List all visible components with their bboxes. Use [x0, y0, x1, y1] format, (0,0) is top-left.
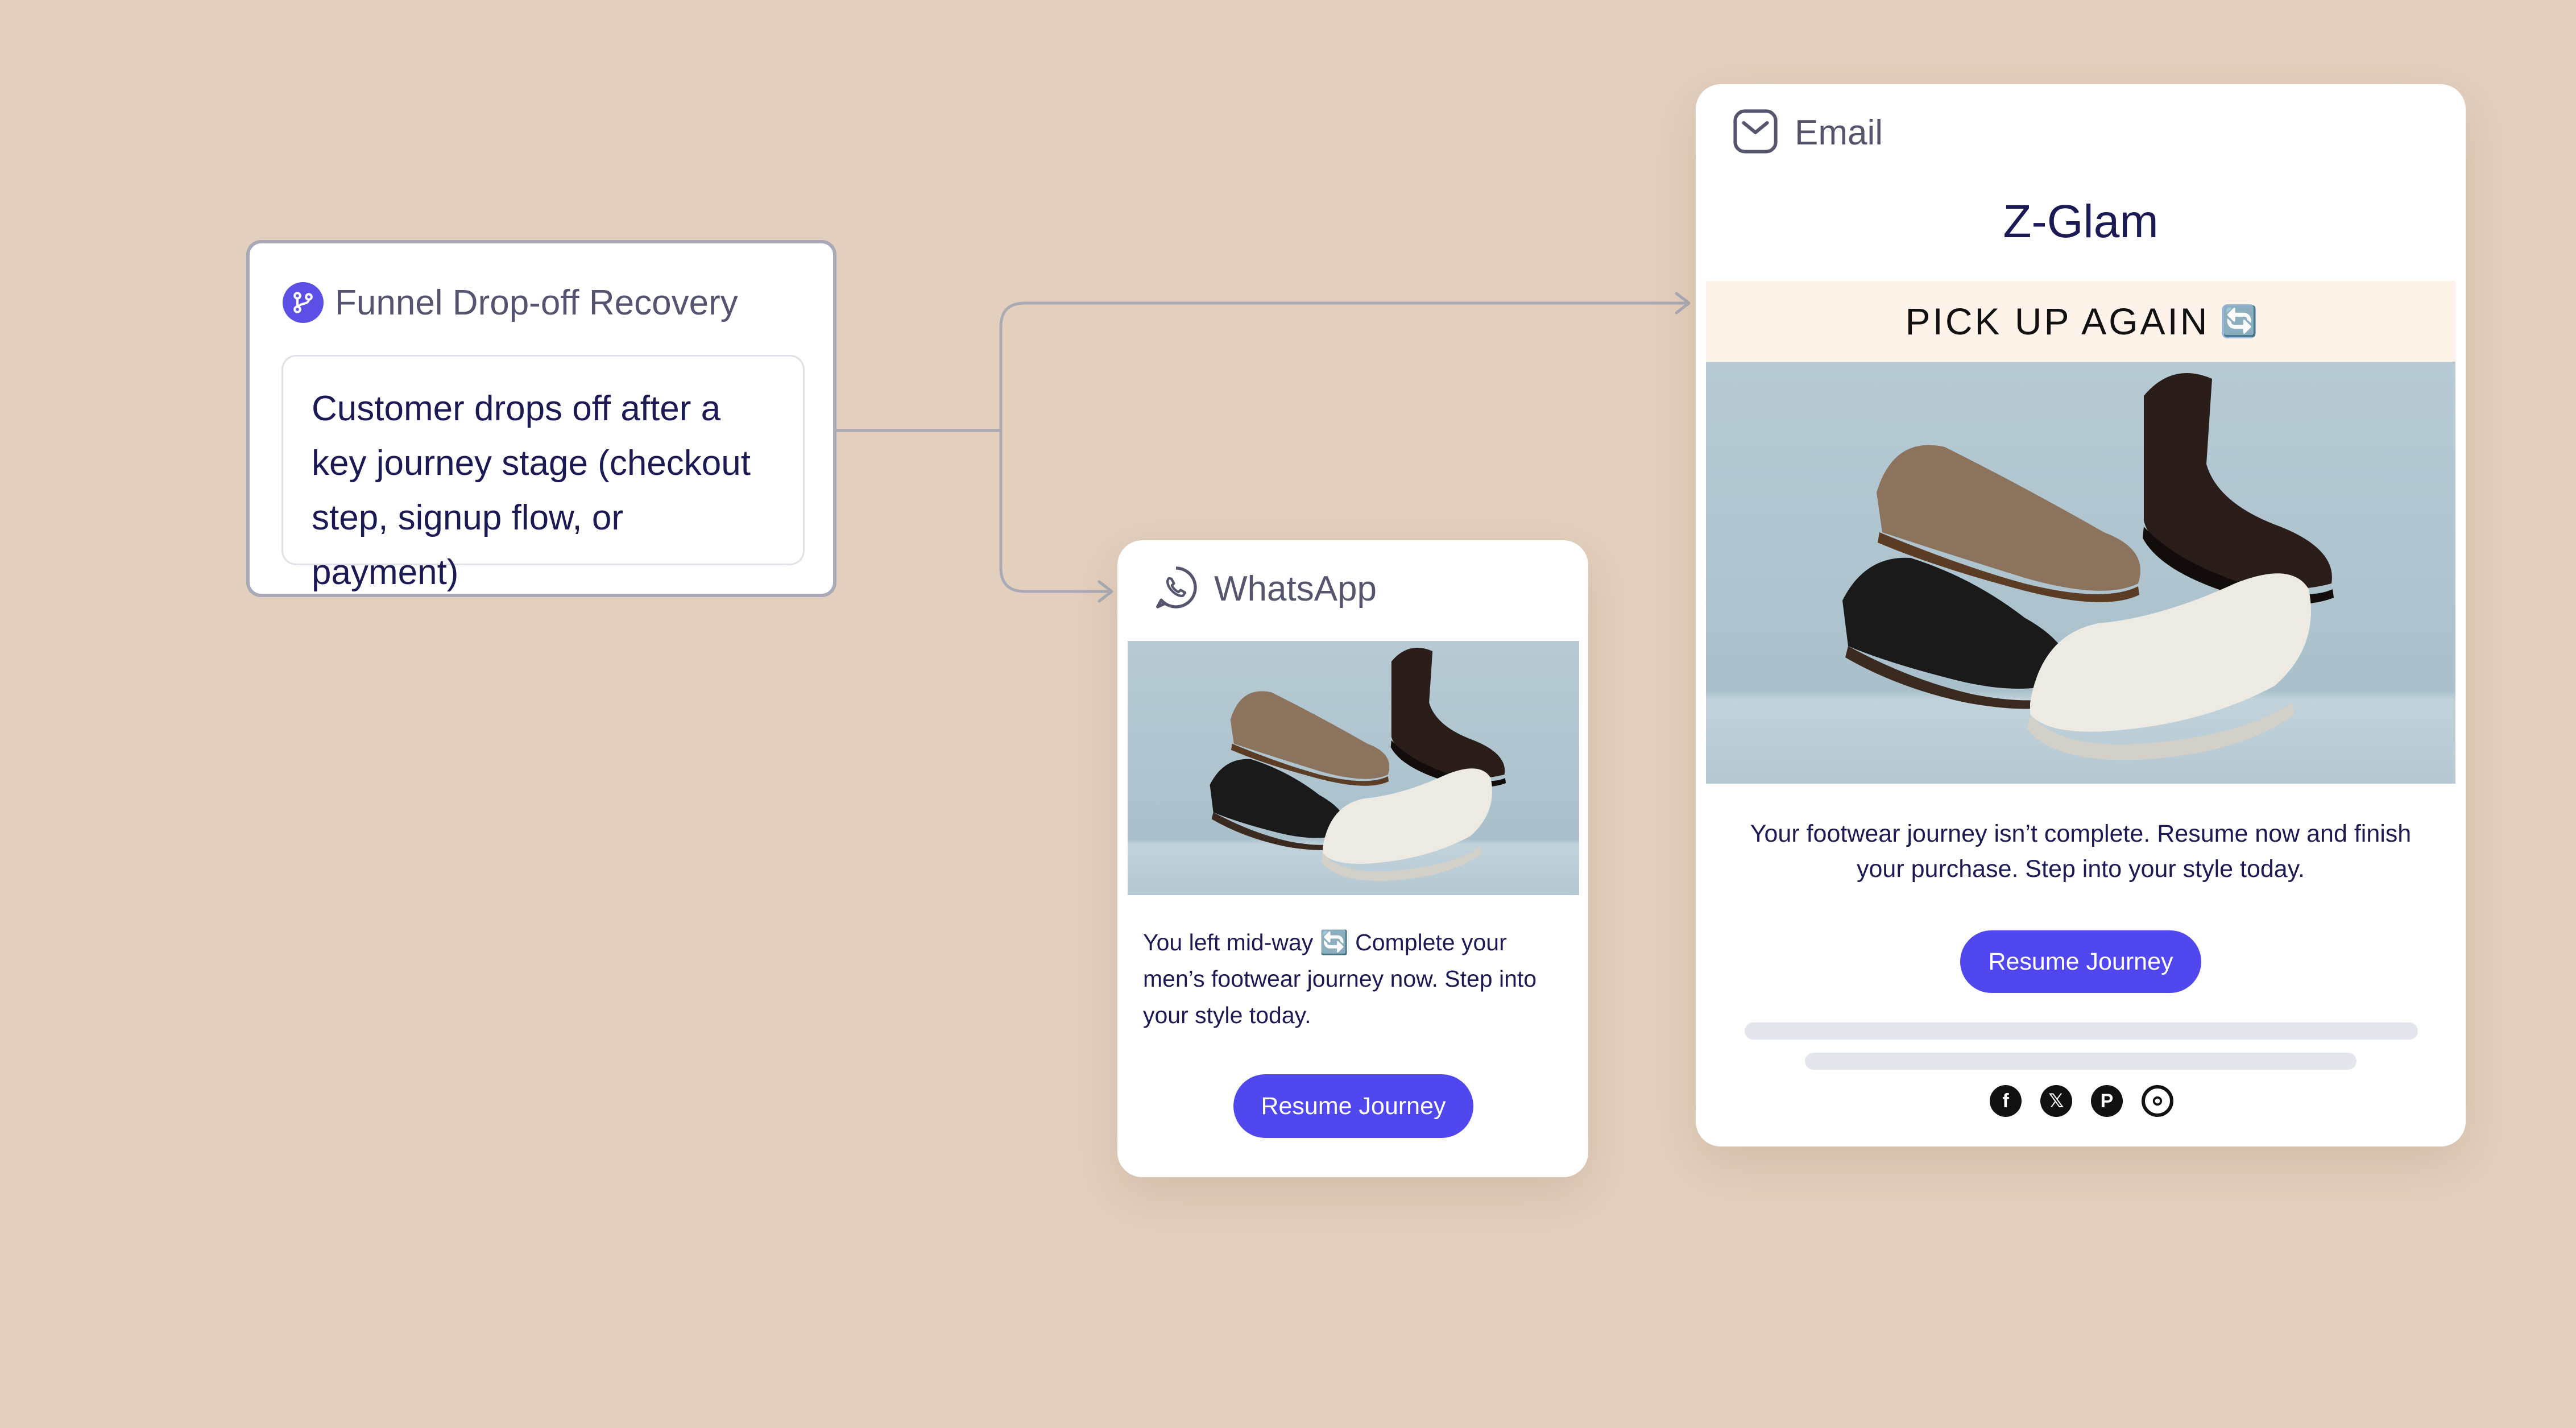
email-header: Email [1730, 106, 1883, 160]
flow-branch-icon [283, 282, 324, 323]
resume-journey-button[interactable]: Resume Journey [1233, 1074, 1473, 1138]
trigger-description: Customer drops off after a key journey s… [281, 355, 805, 592]
resume-journey-button[interactable]: Resume Journey [1960, 930, 2201, 993]
brand-name: Z-Glam [2003, 196, 2159, 247]
trigger-title: Funnel Drop-off Recovery [335, 283, 738, 322]
trigger-header: Funnel Drop-off Recovery [283, 282, 738, 323]
instagram-icon[interactable] [2142, 1085, 2173, 1117]
banner-emoji: 🔄 [2222, 304, 2258, 338]
product-image [1128, 641, 1579, 895]
x-icon[interactable]: 𝕏 [2040, 1085, 2072, 1117]
email-label: Email [1795, 113, 1883, 152]
social-links: f 𝕏 P [1990, 1085, 2173, 1117]
product-image [1706, 362, 2455, 784]
whatsapp-card[interactable]: WhatsApp You left mid-way 🔄 Complete you… [1117, 540, 1588, 1177]
email-card[interactable]: Email Z-Glam PICK UP AGAIN 🔄 Your footwe… [1696, 84, 2466, 1146]
mail-icon [1730, 106, 1781, 160]
whatsapp-header: WhatsApp [1152, 563, 1377, 615]
whatsapp-label: WhatsApp [1214, 569, 1377, 609]
trigger-card[interactable]: Funnel Drop-off Recovery Customer drops … [246, 240, 836, 597]
footer-placeholder-line [1805, 1053, 2356, 1070]
email-body: Your footwear journey isn’t complete. Re… [1750, 820, 2412, 883]
whatsapp-message: You left mid-way 🔄 Complete your men’s f… [1143, 929, 1537, 1028]
pinterest-icon[interactable]: P [2091, 1085, 2123, 1117]
email-banner: PICK UP AGAIN 🔄 [1706, 281, 2455, 362]
facebook-icon[interactable]: f [1990, 1085, 2022, 1117]
footer-placeholder-line [1745, 1023, 2418, 1040]
banner-text: PICK UP AGAIN [1905, 300, 2210, 342]
whatsapp-icon [1152, 563, 1200, 615]
